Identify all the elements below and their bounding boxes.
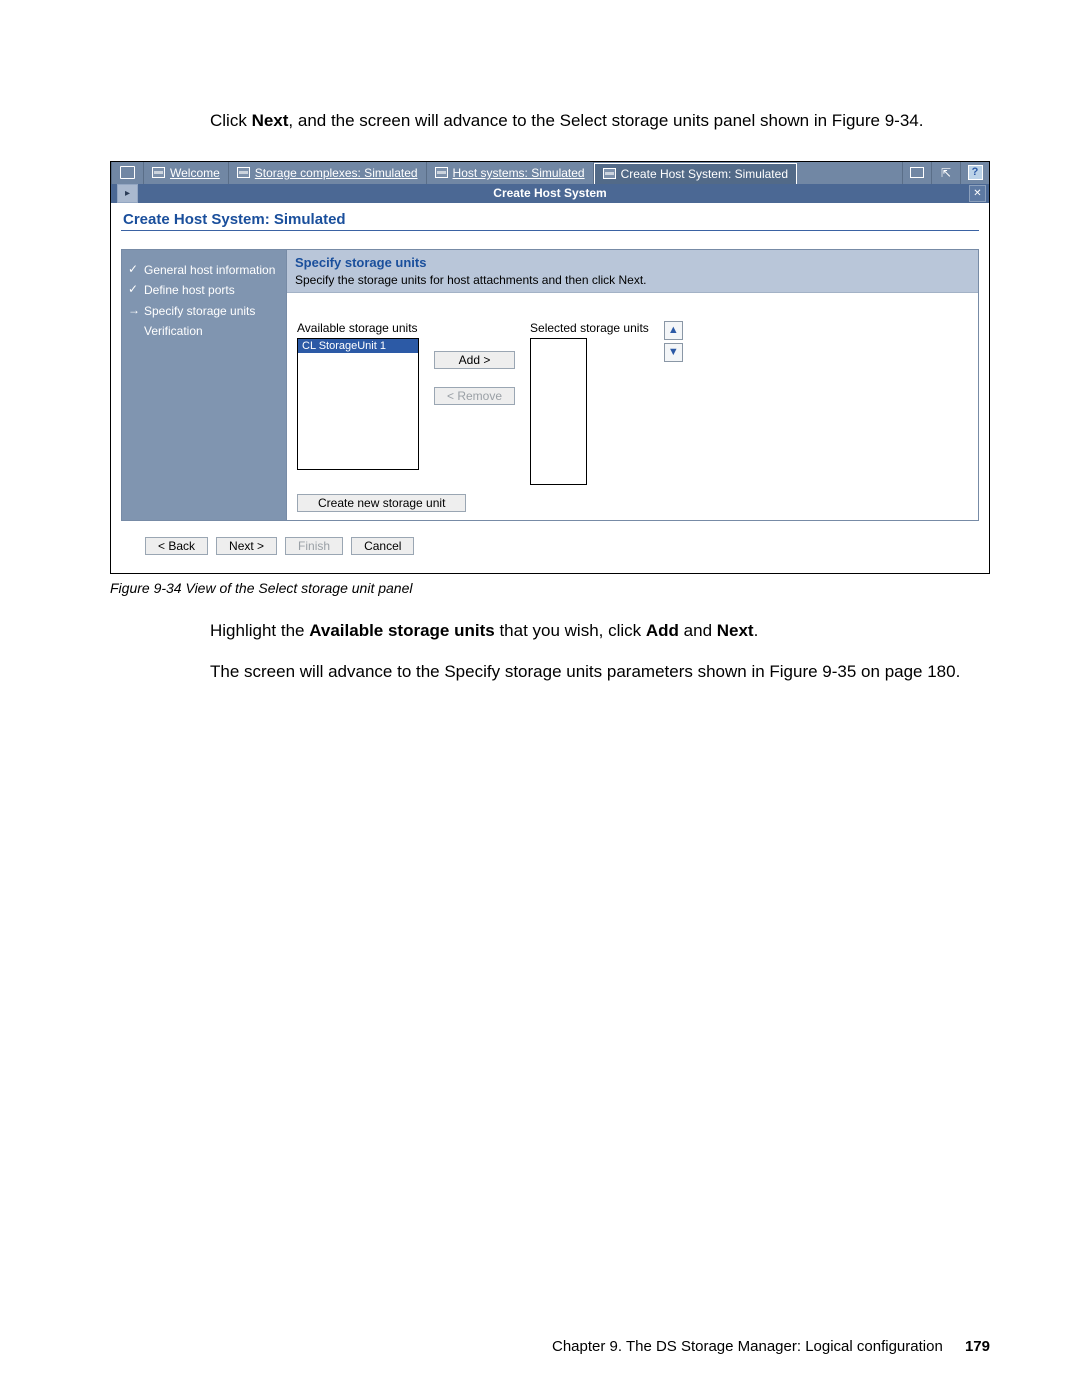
panel-header: Specify storage units Specify the storag…	[287, 250, 978, 293]
available-label: Available storage units	[297, 321, 419, 335]
tab-welcome[interactable]: Welcome	[144, 162, 229, 184]
tab-storage-complexes[interactable]: Storage complexes: Simulated	[229, 162, 427, 184]
document-icon	[237, 167, 250, 178]
text: .	[754, 621, 759, 640]
transfer-buttons: Add > < Remove	[434, 321, 515, 405]
paragraph-2: Highlight the Available storage units th…	[210, 620, 990, 643]
step-label: General host information	[144, 263, 275, 277]
tab-label: Storage complexes: Simulated	[255, 166, 418, 180]
window-min-button[interactable]	[902, 162, 931, 184]
tab-label: Welcome	[170, 166, 220, 180]
step-define-ports[interactable]: Define host ports	[128, 280, 278, 300]
intro-paragraph: Click Next, and the screen will advance …	[210, 110, 990, 133]
app-icon-cell[interactable]	[111, 162, 144, 184]
selected-label: Selected storage units	[530, 321, 649, 335]
text: Highlight the	[210, 621, 309, 640]
wizard-panel: Specify storage units Specify the storag…	[287, 249, 979, 521]
tab-bar: Welcome Storage complexes: Simulated Hos…	[111, 162, 989, 184]
text: Click	[210, 111, 252, 130]
finish-button[interactable]: Finish	[285, 537, 343, 555]
document-icon	[152, 167, 165, 178]
expand-icon: ▸	[125, 188, 130, 199]
page-title: Create Host System: Simulated	[121, 209, 979, 231]
title-text: Create Host System	[111, 186, 989, 200]
footer-chapter: Chapter 9. The DS Storage Manager: Logic…	[552, 1338, 943, 1355]
document-icon	[435, 167, 448, 178]
close-icon: ✕	[973, 188, 981, 199]
create-new-storage-button[interactable]: Create new storage unit	[297, 494, 466, 512]
title-bar: ▸ Create Host System ✕	[111, 184, 989, 203]
step-verification[interactable]: Verification	[128, 321, 278, 341]
step-specify-storage[interactable]: Specify storage units	[128, 301, 278, 321]
figure-caption: Figure 9-34 View of the Select storage u…	[110, 580, 990, 596]
move-up-button[interactable]: ▲	[664, 321, 683, 340]
text: that you wish, click	[495, 621, 646, 640]
step-label: Define host ports	[144, 283, 235, 297]
wizard-steps: General host information Define host por…	[121, 249, 287, 521]
panel-subtext: Specify the storage units for host attac…	[295, 273, 970, 287]
text: , and the screen will advance to the Sel…	[288, 111, 923, 130]
app-icon	[120, 166, 135, 179]
wizard: General host information Define host por…	[121, 249, 979, 521]
help-button[interactable]: ?	[960, 162, 989, 184]
back-button[interactable]: < Back	[145, 537, 208, 555]
text-bold: Next	[717, 621, 754, 640]
panel-heading: Specify storage units	[295, 255, 970, 270]
reorder-buttons: ▲ ▼	[664, 321, 683, 362]
step-general-host[interactable]: General host information	[128, 260, 278, 280]
cancel-button[interactable]: Cancel	[351, 537, 414, 555]
tab-host-systems[interactable]: Host systems: Simulated	[427, 162, 594, 184]
next-button[interactable]: Next >	[216, 537, 277, 555]
text-bold: Next	[252, 111, 289, 130]
document-icon	[603, 168, 616, 179]
window-restore-button[interactable]: ⇱	[931, 162, 960, 184]
expand-button[interactable]: ▸	[117, 184, 138, 203]
remove-button[interactable]: < Remove	[434, 387, 515, 405]
wizard-nav-buttons: < Back Next > Finish Cancel	[121, 531, 979, 565]
add-button[interactable]: Add >	[434, 351, 515, 369]
close-button[interactable]: ✕	[969, 185, 986, 202]
text-bold: Add	[646, 621, 679, 640]
tab-label: Host systems: Simulated	[453, 166, 585, 180]
text-bold: Available storage units	[309, 621, 494, 640]
selected-column: Selected storage units	[530, 321, 649, 485]
tab-create-host-system[interactable]: Create Host System: Simulated	[594, 163, 797, 184]
step-label: Verification	[144, 324, 203, 338]
available-listbox[interactable]: CL StorageUnit 1	[297, 338, 419, 470]
move-down-button[interactable]: ▼	[664, 343, 683, 362]
arrow-up-icon: ▲	[668, 324, 679, 336]
available-column: Available storage units CL StorageUnit 1	[297, 321, 419, 470]
help-icon: ?	[968, 165, 983, 180]
page-footer: Chapter 9. The DS Storage Manager: Logic…	[552, 1338, 990, 1355]
text: and	[679, 621, 717, 640]
selected-listbox[interactable]	[530, 338, 587, 485]
list-item[interactable]: CL StorageUnit 1	[298, 339, 418, 353]
tab-label: Create Host System: Simulated	[621, 167, 788, 181]
arrow-down-icon: ▼	[668, 346, 679, 358]
figure-screenshot: Welcome Storage complexes: Simulated Hos…	[110, 161, 990, 574]
minimize-icon	[910, 167, 924, 178]
footer-page-number: 179	[965, 1338, 990, 1355]
step-label: Specify storage units	[144, 304, 255, 318]
paragraph-3: The screen will advance to the Specify s…	[210, 661, 990, 684]
restore-icon: ⇱	[941, 166, 951, 180]
